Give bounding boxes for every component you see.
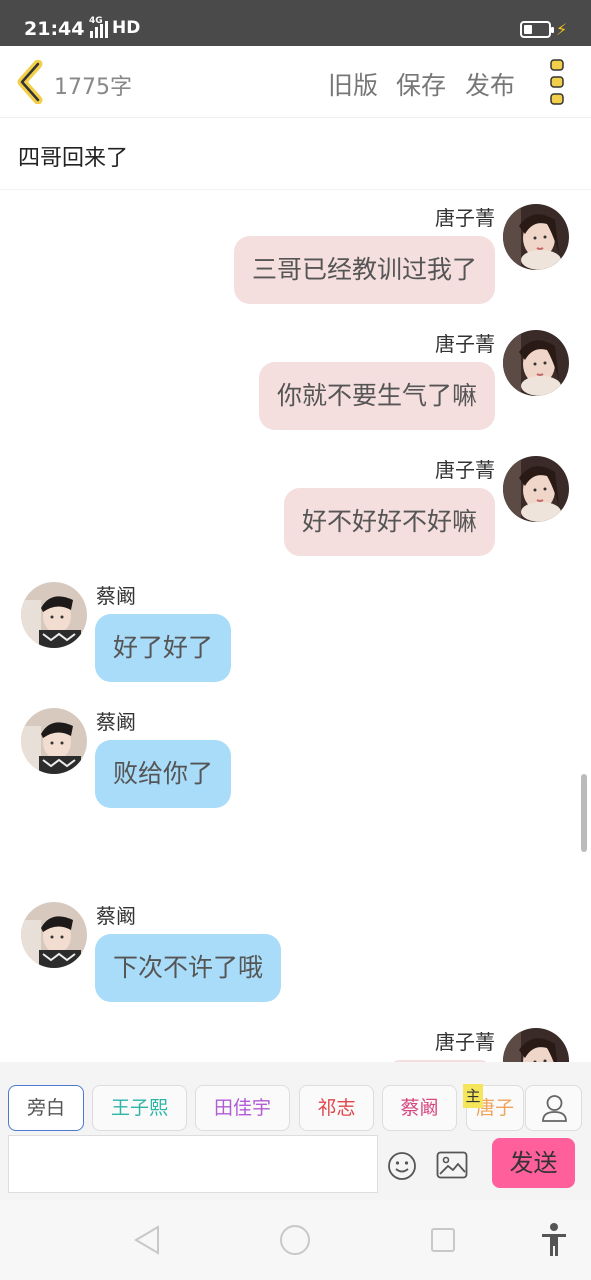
compose-panel: 旁白 王子熙 田佳宇 祁志 蔡阚 唐子 主 发送: [0, 1062, 591, 1200]
speaker-name: 唐子菁: [435, 332, 495, 356]
network-gen: 4G: [89, 16, 103, 26]
more-menu-icon[interactable]: [548, 58, 568, 106]
speaker-name: 蔡阚: [96, 584, 136, 608]
accessibility-icon[interactable]: [540, 1222, 568, 1258]
role-chip[interactable]: 田佳宇: [195, 1085, 290, 1131]
charging-icon: ⚡: [556, 20, 568, 39]
role-chip[interactable]: 王子熙: [92, 1085, 187, 1131]
send-button[interactable]: 发送: [492, 1138, 575, 1188]
emoji-icon[interactable]: [387, 1151, 417, 1181]
scrollbar[interactable]: [581, 774, 587, 852]
nav-recents-icon[interactable]: [430, 1227, 456, 1253]
nav-back-icon[interactable]: [132, 1224, 162, 1256]
chat-message[interactable]: 唐子菁你就不要生气了嘛: [0, 316, 591, 436]
avatar[interactable]: [21, 902, 87, 968]
message-bubble[interactable]: 你就不要生气了嘛: [258, 362, 495, 430]
avatar[interactable]: [21, 582, 87, 648]
message-input[interactable]: [8, 1135, 378, 1193]
message-bubble[interactable]: 好了好了: [95, 614, 232, 682]
avatar[interactable]: [21, 708, 87, 774]
speaker-name: 唐子菁: [435, 458, 495, 482]
avatar[interactable]: [503, 204, 569, 270]
message-bubble[interactable]: 好不好好不好嘛: [283, 488, 495, 556]
chat-message[interactable]: 唐子菁: [0, 1014, 591, 1062]
chat-message[interactable]: 蔡阚 好了好了: [0, 568, 591, 688]
save-button[interactable]: 保存: [396, 66, 446, 102]
speaker-name: 唐子菁: [435, 206, 495, 230]
chat-message[interactable]: 唐子菁好不好好不好嘛: [0, 442, 591, 562]
person-icon: [542, 1095, 567, 1122]
chat-message[interactable]: 唐子菁三哥已经教训过我了: [0, 190, 591, 310]
role-chip[interactable]: 蔡阚: [382, 1085, 457, 1131]
message-bubble[interactable]: 下次不许了哦: [95, 934, 282, 1002]
message-bubble[interactable]: 三哥已经教训过我了: [233, 236, 495, 304]
battery-icon: [520, 21, 554, 38]
speaker-name: 蔡阚: [96, 904, 136, 928]
owner-badge: 主: [463, 1084, 483, 1108]
editor-header: 1775字 旧版 保存 发布: [0, 46, 591, 118]
nav-home-icon[interactable]: [279, 1224, 311, 1256]
story-title: 四哥回来了: [18, 146, 129, 171]
back-chevron-icon[interactable]: [14, 60, 48, 104]
old-version-button[interactable]: 旧版: [328, 66, 378, 102]
add-role-button[interactable]: [525, 1085, 582, 1131]
chat-area[interactable]: 唐子菁 三哥已经教训过我了 唐子菁 你就不要生气了嘛 唐子菁 好不好好不好嘛 蔡阚 好了好了蔡…: [0, 190, 591, 1062]
system-nav-bar: [0, 1200, 591, 1280]
word-count: 1775字: [54, 75, 132, 100]
network-label: HD: [112, 18, 141, 38]
chat-message[interactable]: 蔡阚 败给你了: [0, 694, 591, 814]
avatar[interactable]: [503, 330, 569, 396]
story-title-bar[interactable]: 四哥回来了: [0, 118, 591, 190]
speaker-name: 蔡阚: [96, 710, 136, 734]
chat-message[interactable]: 蔡阚 下次不许了哦: [0, 888, 591, 1008]
message-bubble[interactable]: 败给你了: [95, 740, 232, 808]
avatar[interactable]: [503, 456, 569, 522]
status-time: 21:44: [24, 18, 85, 40]
role-chip[interactable]: 祁志: [299, 1085, 374, 1131]
role-chip[interactable]: 旁白: [8, 1085, 84, 1131]
speaker-name: 唐子菁: [435, 1030, 495, 1054]
status-bar: 21:44 4G HD ⚡: [0, 0, 591, 46]
network-indicator: 4G HD: [88, 16, 141, 38]
image-icon[interactable]: [436, 1151, 468, 1179]
avatar[interactable]: [503, 1028, 569, 1062]
publish-button[interactable]: 发布: [465, 66, 515, 102]
